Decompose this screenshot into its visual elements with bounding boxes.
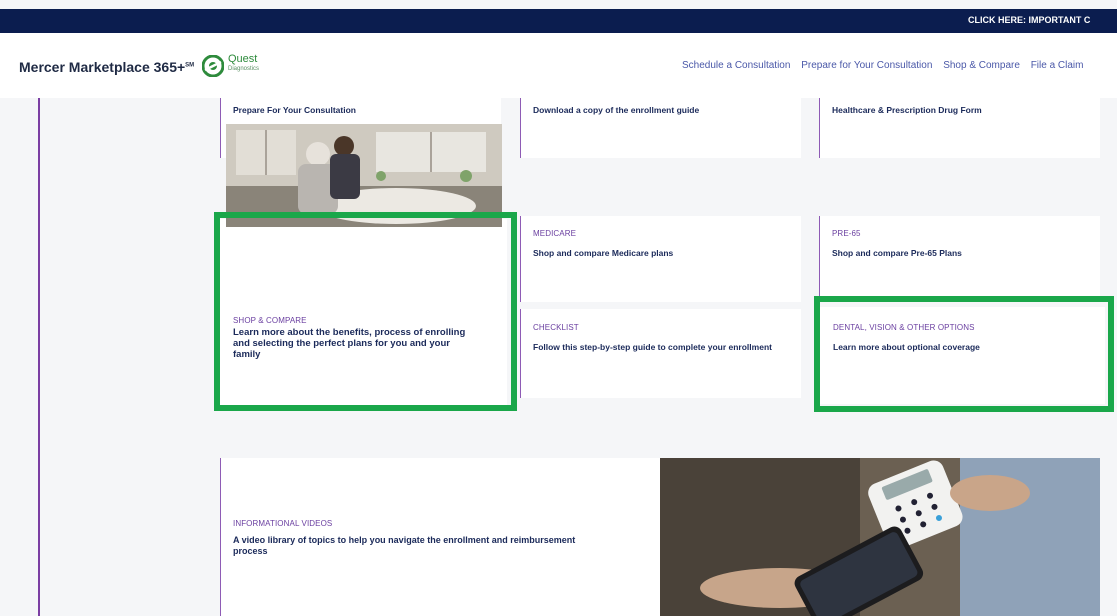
payment-device-image	[660, 458, 1100, 616]
highlight-dental-vision	[814, 296, 1114, 412]
card-checklist[interactable]: CHECKLIST Follow this step-by-step guide…	[520, 309, 801, 398]
card-informational-videos[interactable]: INFORMATIONAL VIDEOS A video library of …	[220, 458, 661, 616]
card-heading: Healthcare & Prescription Drug Form	[832, 105, 982, 115]
card-accent-rule	[220, 98, 221, 158]
card-heading: Shop and compare Pre-65 Plans	[832, 248, 962, 258]
card-accent-rule	[520, 309, 521, 398]
partner-logo[interactable]: Quest Diagnostics	[202, 51, 282, 81]
card-eyebrow: INFORMATIONAL VIDEOS	[233, 519, 333, 528]
site-logo[interactable]: Mercer Marketplace 365+SM	[19, 59, 194, 75]
service-mark: SM	[185, 62, 195, 69]
site-header: Mercer Marketplace 365+SM Quest Diagnost…	[0, 33, 1117, 98]
partner-name: Quest	[228, 53, 258, 65]
card-heading: Download a copy of the enrollment guide	[533, 105, 700, 115]
card-accent-rule	[520, 98, 521, 158]
nav-prepare-consultation[interactable]: Prepare for Your Consultation	[801, 60, 932, 71]
card-eyebrow: MEDICARE	[533, 229, 577, 238]
card-heading: Prepare For Your Consultation	[233, 105, 356, 115]
brand-name: Mercer Marketplace 365+	[19, 59, 186, 75]
top-alert-bar: CLICK HERE: IMPORTANT C	[0, 9, 1117, 33]
card-accent-rule	[819, 98, 820, 158]
card-eyebrow: CHECKLIST	[533, 323, 579, 332]
card-medicare[interactable]: MEDICARE Shop and compare Medicare plans	[520, 216, 801, 302]
main-nav: Schedule a Consultation Prepare for Your…	[682, 60, 1091, 71]
card-heading: Follow this step-by-step guide to comple…	[533, 342, 772, 352]
card-heading: A video library of topics to help you na…	[233, 535, 576, 556]
nav-schedule-consultation[interactable]: Schedule a Consultation	[682, 60, 790, 71]
card-eyebrow: PRE-65	[832, 229, 861, 238]
important-alert-link[interactable]: CLICK HERE: IMPORTANT C	[968, 15, 1090, 25]
partner-sub: Diagnostics	[228, 66, 260, 72]
card-enrollment-guide[interactable]: Download a copy of the enrollment guide	[520, 98, 801, 158]
payment-device-photo	[660, 458, 1100, 616]
card-accent-rule	[220, 458, 221, 616]
nav-shop-compare[interactable]: Shop & Compare	[943, 60, 1020, 71]
highlight-shop-compare	[214, 212, 517, 411]
card-pre65[interactable]: PRE-65 Shop and compare Pre-65 Plans	[819, 216, 1100, 302]
accent-rule	[38, 98, 40, 616]
card-heading: Shop and compare Medicare plans	[533, 248, 674, 258]
card-drug-form[interactable]: Healthcare & Prescription Drug Form	[819, 98, 1100, 158]
nav-file-claim[interactable]: File a Claim	[1031, 60, 1084, 71]
quest-logo-icon	[202, 55, 224, 77]
card-accent-rule	[520, 216, 521, 302]
card-accent-rule	[819, 216, 820, 302]
